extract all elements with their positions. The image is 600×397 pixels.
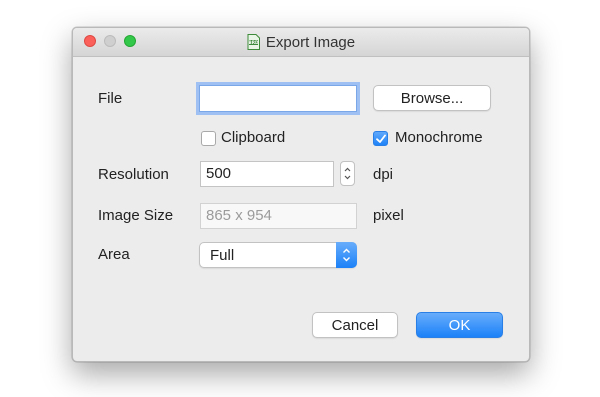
resolution-input[interactable]: 500 [200, 161, 334, 187]
monochrome-label: Monochrome [395, 129, 483, 146]
window-title: Export Image [265, 33, 356, 51]
image-size-label: Image Size [98, 207, 174, 224]
area-selected-value: Full [210, 247, 235, 264]
monochrome-checkbox[interactable] [373, 131, 388, 146]
area-label: Area [98, 246, 130, 263]
brd-document-icon: BRD [247, 34, 260, 50]
export-image-dialog: BRD Export Image File Browse... Clipboar… [72, 27, 530, 362]
popup-arrows [336, 242, 357, 268]
browse-button[interactable]: Browse... [373, 85, 491, 111]
image-size-unit: pixel [373, 207, 404, 224]
title-bar[interactable]: BRD Export Image [73, 28, 529, 57]
resolution-label: Resolution [98, 166, 169, 183]
checkmark-icon [376, 134, 386, 143]
resolution-stepper[interactable] [340, 161, 355, 186]
brd-icon-text: BRD [248, 40, 258, 45]
cancel-button[interactable]: Cancel [312, 312, 398, 338]
clipboard-checkbox[interactable] [201, 131, 216, 146]
ok-button[interactable]: OK [416, 312, 503, 338]
area-select[interactable]: Full [199, 242, 357, 268]
resolution-unit: dpi [373, 166, 394, 183]
chevron-updown-icon [343, 248, 350, 262]
file-label: File [98, 90, 123, 107]
image-size-field: 865 x 954 [200, 203, 357, 229]
stepper-arrows-icon [344, 167, 351, 180]
clipboard-label: Clipboard [221, 129, 286, 146]
title-group: BRD Export Image [73, 28, 529, 56]
file-path-input[interactable] [199, 85, 357, 112]
